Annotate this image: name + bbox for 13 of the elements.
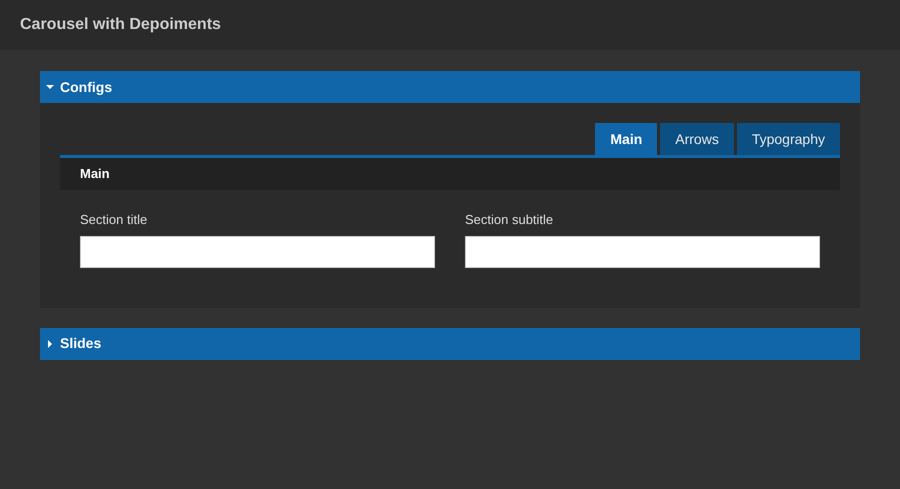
- section-header[interactable]: Slides: [40, 328, 860, 360]
- subsection-header: Main: [60, 158, 840, 190]
- tab[interactable]: Main: [595, 123, 658, 155]
- field-label: Section subtitle: [465, 211, 554, 229]
- input-field[interactable]: [465, 236, 820, 268]
- caret-right-icon: [46, 340, 54, 348]
- input-field[interactable]: [80, 236, 435, 268]
- caret-down-icon: [46, 83, 54, 91]
- tab[interactable]: Arrows: [660, 123, 734, 155]
- window-title: Carousel with Depoiments: [20, 15, 221, 35]
- tab[interactable]: Typography: [736, 123, 840, 155]
- section-header[interactable]: Configs: [40, 71, 860, 103]
- field-label: Section title: [80, 211, 148, 229]
